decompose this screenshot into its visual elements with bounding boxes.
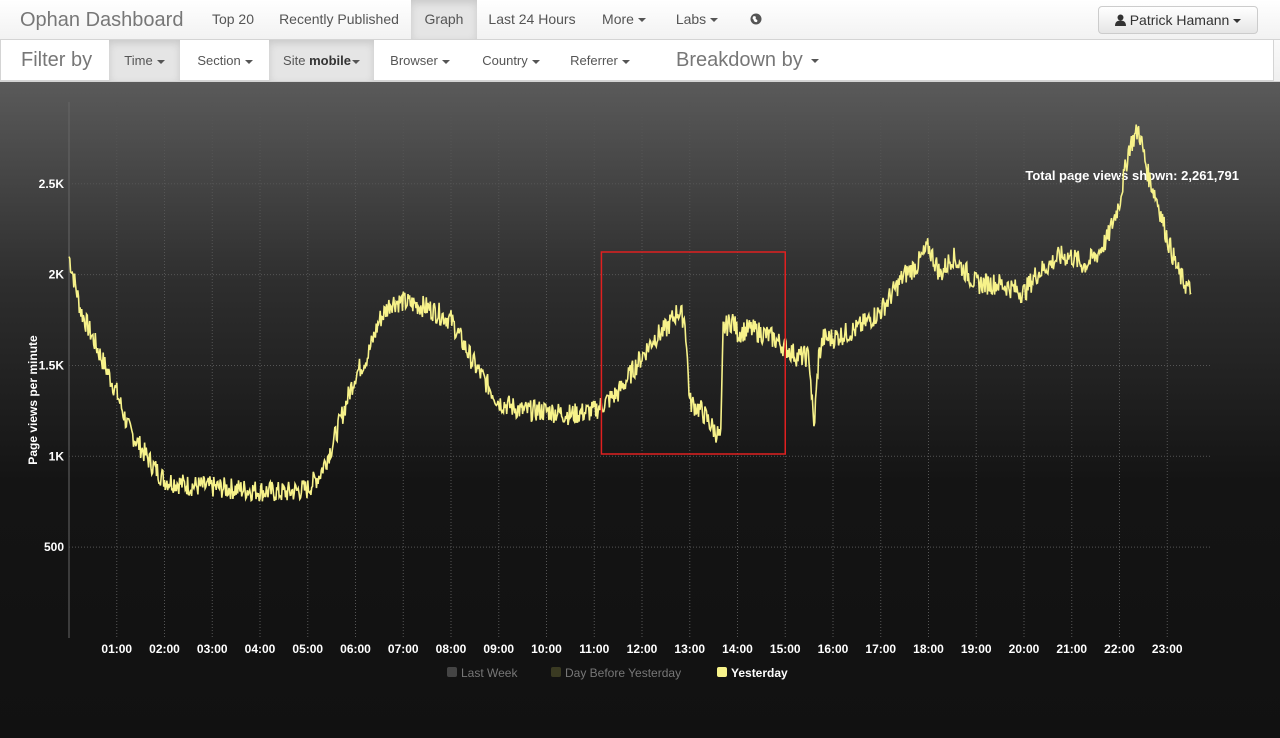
x-tick-label: 06:00 xyxy=(340,642,371,656)
filter-site[interactable]: Site mobile xyxy=(269,40,374,81)
caret-down-icon xyxy=(810,58,819,63)
filter-browser[interactable]: Browser xyxy=(377,40,463,81)
user-menu-button[interactable]: Patrick Hamann xyxy=(1098,6,1258,34)
caret-down-icon xyxy=(621,59,630,64)
y-tick-label: 2.5K xyxy=(39,177,65,191)
filter-browser-label: Browser xyxy=(390,53,438,68)
user-name: Patrick Hamann xyxy=(1129,12,1230,28)
y-tick-label: 500 xyxy=(44,540,64,554)
filter-country[interactable]: Country xyxy=(471,40,551,81)
caret-down-icon xyxy=(441,59,450,64)
filter-section-label: Section xyxy=(197,53,241,68)
legend-swatch[interactable] xyxy=(551,667,561,677)
x-tick-label: 17:00 xyxy=(865,642,896,656)
x-tick-label: 14:00 xyxy=(722,642,753,656)
x-tick-label: 15:00 xyxy=(770,642,801,656)
caret-down-icon xyxy=(1233,19,1242,24)
y-tick-label: 1.5K xyxy=(39,358,65,372)
caret-down-icon xyxy=(244,59,253,64)
user-icon xyxy=(1114,14,1126,26)
caret-down-icon xyxy=(351,59,360,64)
highlight-box xyxy=(600,251,786,455)
nav-more-label: More xyxy=(602,11,634,27)
filter-site-value: mobile xyxy=(309,53,351,68)
x-tick-label: 01:00 xyxy=(101,642,132,656)
legend-label[interactable]: Last Week xyxy=(461,666,518,680)
x-tick-label: 13:00 xyxy=(674,642,705,656)
chart-panel: Total page views shown: 2,261,791 500 1K 1… xyxy=(0,82,1280,738)
filter-country-label: Country xyxy=(482,53,528,68)
x-tick-label: 20:00 xyxy=(1009,642,1040,656)
legend-label[interactable]: Yesterday xyxy=(731,666,788,680)
x-tick-label: 10:00 xyxy=(531,642,562,656)
y-tick-label: 1K xyxy=(49,449,65,463)
nav-graph[interactable]: Graph xyxy=(411,0,477,39)
filter-time[interactable]: Time xyxy=(109,40,180,81)
nav-labs-label: Labs xyxy=(675,11,707,27)
x-tick-label: 22:00 xyxy=(1104,642,1135,656)
x-tick-label: 03:00 xyxy=(197,642,228,656)
filter-by-label: Filter by xyxy=(21,49,93,71)
nav-recently-published[interactable]: Recently Published xyxy=(270,0,408,39)
nav-last-24-hours[interactable]: Last 24 Hours xyxy=(478,0,586,39)
filter-site-label: Site xyxy=(283,53,306,68)
top-navbar: Ophan Dashboard Top 20 Recently Publishe… xyxy=(0,0,1280,40)
x-tick-label: 12:00 xyxy=(627,642,658,656)
legend-swatch[interactable] xyxy=(447,667,457,677)
nav-top20[interactable]: Top 20 xyxy=(200,0,266,39)
x-tick-label: 11:00 xyxy=(579,642,609,656)
x-tick-label: 04:00 xyxy=(245,642,276,656)
x-tick-label: 23:00 xyxy=(1152,642,1183,656)
y-axis-label: Page views per minute xyxy=(26,335,40,465)
caret-down-icon xyxy=(156,59,165,64)
x-tick-label: 09:00 xyxy=(483,642,514,656)
nav-labs[interactable]: Labs xyxy=(663,0,731,39)
filter-bar: Filter by Time Section Site mobile Brows… xyxy=(0,40,1280,82)
x-tick-label: 02:00 xyxy=(149,642,180,656)
x-tick-label: 21:00 xyxy=(1056,642,1087,656)
breakdown-by-dropdown[interactable]: Breakdown by xyxy=(676,40,819,81)
nav-more[interactable]: More xyxy=(590,0,658,39)
x-tick-label: 16:00 xyxy=(818,642,849,656)
filter-section[interactable]: Section xyxy=(182,40,268,81)
filter-bar-inner: Filter by Time Section Site mobile Brows… xyxy=(0,40,1274,81)
page-views-chart[interactable]: 500 1K 1.5K 2K 2.5K 01:00 02:00 03:00 04:00 05:00… xyxy=(0,82,1280,738)
x-tick-label: 08:00 xyxy=(436,642,467,656)
caret-down-icon xyxy=(531,59,540,64)
filter-referrer-label: Referrer xyxy=(570,53,618,68)
brand-title[interactable]: Ophan Dashboard xyxy=(20,0,183,40)
x-tick-label: 05:00 xyxy=(292,642,323,656)
y-tick-label: 2K xyxy=(49,268,65,282)
filter-time-label: Time xyxy=(124,53,153,68)
caret-down-icon xyxy=(637,18,646,23)
nav-globe[interactable] xyxy=(740,0,772,39)
caret-down-icon xyxy=(710,18,719,23)
legend-swatch[interactable] xyxy=(717,667,727,677)
x-tick-label: 07:00 xyxy=(388,642,419,656)
x-tick-label: 19:00 xyxy=(961,642,992,656)
breakdown-by-label: Breakdown by xyxy=(676,49,803,71)
x-tick-label: 18:00 xyxy=(913,642,944,656)
filter-referrer[interactable]: Referrer xyxy=(559,40,641,81)
legend-label[interactable]: Day Before Yesterday xyxy=(565,666,681,680)
globe-icon xyxy=(750,13,762,25)
series-line-yesterday[interactable] xyxy=(68,124,1192,503)
